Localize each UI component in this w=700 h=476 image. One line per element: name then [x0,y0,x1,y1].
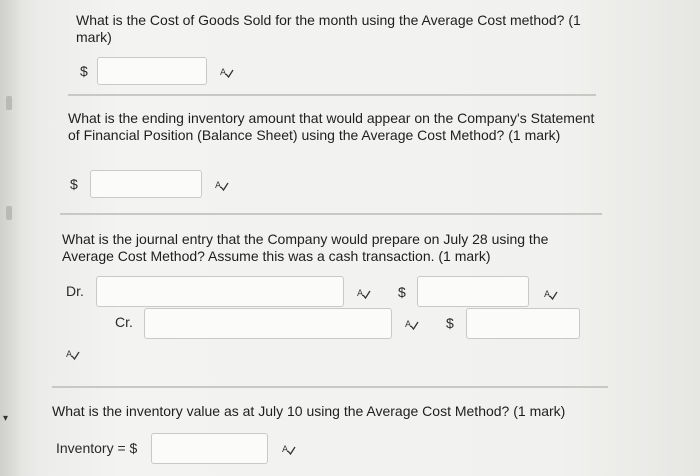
spell-check-icon[interactable]: A [282,442,296,456]
svg-text:A: A [220,68,227,78]
currency-symbol: $ [80,63,88,79]
credit-label: Cr. [115,314,133,330]
spell-check-icon[interactable]: A [66,347,80,361]
inventory-prefix: Inventory = $ [56,440,138,456]
spell-check-icon[interactable]: A [215,178,229,192]
svg-text:A: A [215,181,222,191]
currency-symbol: $ [70,176,78,192]
svg-text:A: A [544,290,551,300]
ending-inventory-input[interactable] [90,170,202,198]
question-4-text: What is the inventory value as at July 1… [52,403,566,419]
left-rail: ▾ [0,0,22,476]
debit-account-input[interactable] [96,276,344,307]
svg-text:A: A [357,289,364,299]
currency-symbol: $ [446,315,454,331]
question-1-text: What is the Cost of Goods Sold for the m… [76,12,581,45]
spell-check-icon[interactable]: A [405,317,419,331]
debit-label: Dr. [66,283,84,299]
currency-symbol: $ [398,284,406,300]
section-divider [60,213,602,215]
svg-text:A: A [66,350,73,360]
rail-marker [6,206,12,220]
svg-text:A: A [405,320,412,330]
section-divider [52,386,608,388]
quiz-page: ▾ What is the Cost of Goods Sold for the… [0,0,700,476]
spell-check-icon[interactable]: A [220,65,234,79]
cogs-input[interactable] [97,57,207,85]
inventory-value-input[interactable] [151,433,268,464]
spell-check-icon[interactable]: A [544,287,558,301]
spell-check-icon[interactable]: A [357,286,371,300]
section-divider [68,94,596,96]
question-2-text: What is the ending inventory amount that… [68,110,595,143]
credit-amount-input[interactable] [466,308,580,339]
question-3-text: What is the journal entry that the Compa… [62,231,549,264]
svg-text:A: A [282,445,289,455]
rail-marker [6,96,12,110]
caret-down-icon[interactable]: ▾ [3,413,8,424]
debit-amount-input[interactable] [417,276,529,307]
credit-account-input[interactable] [144,308,392,339]
